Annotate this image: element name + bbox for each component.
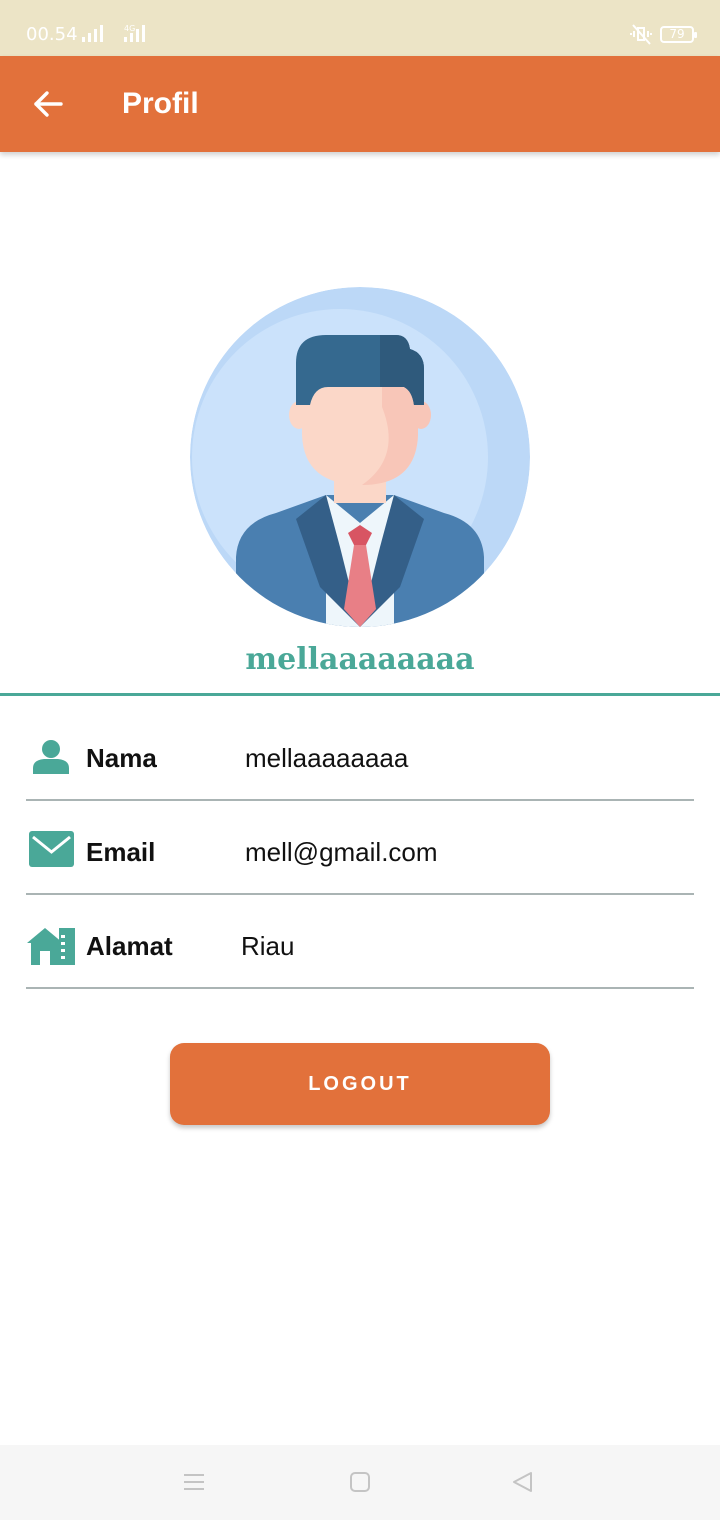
back-triangle-icon[interactable] <box>511 1471 533 1498</box>
status-time: 00.54 <box>26 24 78 45</box>
profile-name: mellaaaaaaaa <box>245 642 475 677</box>
back-button[interactable] <box>24 80 72 128</box>
avatar <box>190 287 530 627</box>
info-row-email: Email mell@gmail.com <box>26 801 694 895</box>
row-label-email: Email <box>86 837 156 867</box>
system-nav-bar <box>0 1445 720 1520</box>
network-type-label: 4G <box>124 24 135 33</box>
profile-divider <box>0 693 720 696</box>
menu-icon[interactable] <box>183 1471 205 1498</box>
status-bar: 00.54 4G 79 <box>0 0 720 56</box>
row-label-nama: Nama <box>86 743 157 773</box>
row-label-alamat: Alamat <box>86 931 173 961</box>
home-square-icon[interactable] <box>349 1471 371 1498</box>
info-row-nama: Nama mellaaaaaaaa <box>26 707 694 801</box>
info-row-alamat: Alamat Riau <box>26 895 694 989</box>
signal-icons: 4G <box>82 23 152 50</box>
mute-vibrate-icon <box>630 24 654 51</box>
person-icon <box>32 738 70 779</box>
app-bar: Profil <box>0 56 720 152</box>
row-value-nama: mellaaaaaaaa <box>245 743 409 773</box>
row-value-alamat: Riau <box>241 931 295 961</box>
mail-icon <box>29 831 74 872</box>
battery-icon: 79 <box>660 26 697 43</box>
arrow-left-icon <box>34 91 63 117</box>
signal-icon: 4G <box>82 24 145 42</box>
house-icon <box>27 925 75 970</box>
page-title: Profil <box>122 87 199 120</box>
logout-button[interactable]: LOGOUT <box>170 1043 550 1125</box>
row-value-email: mell@gmail.com <box>245 837 438 867</box>
battery-level: 79 <box>669 27 685 41</box>
